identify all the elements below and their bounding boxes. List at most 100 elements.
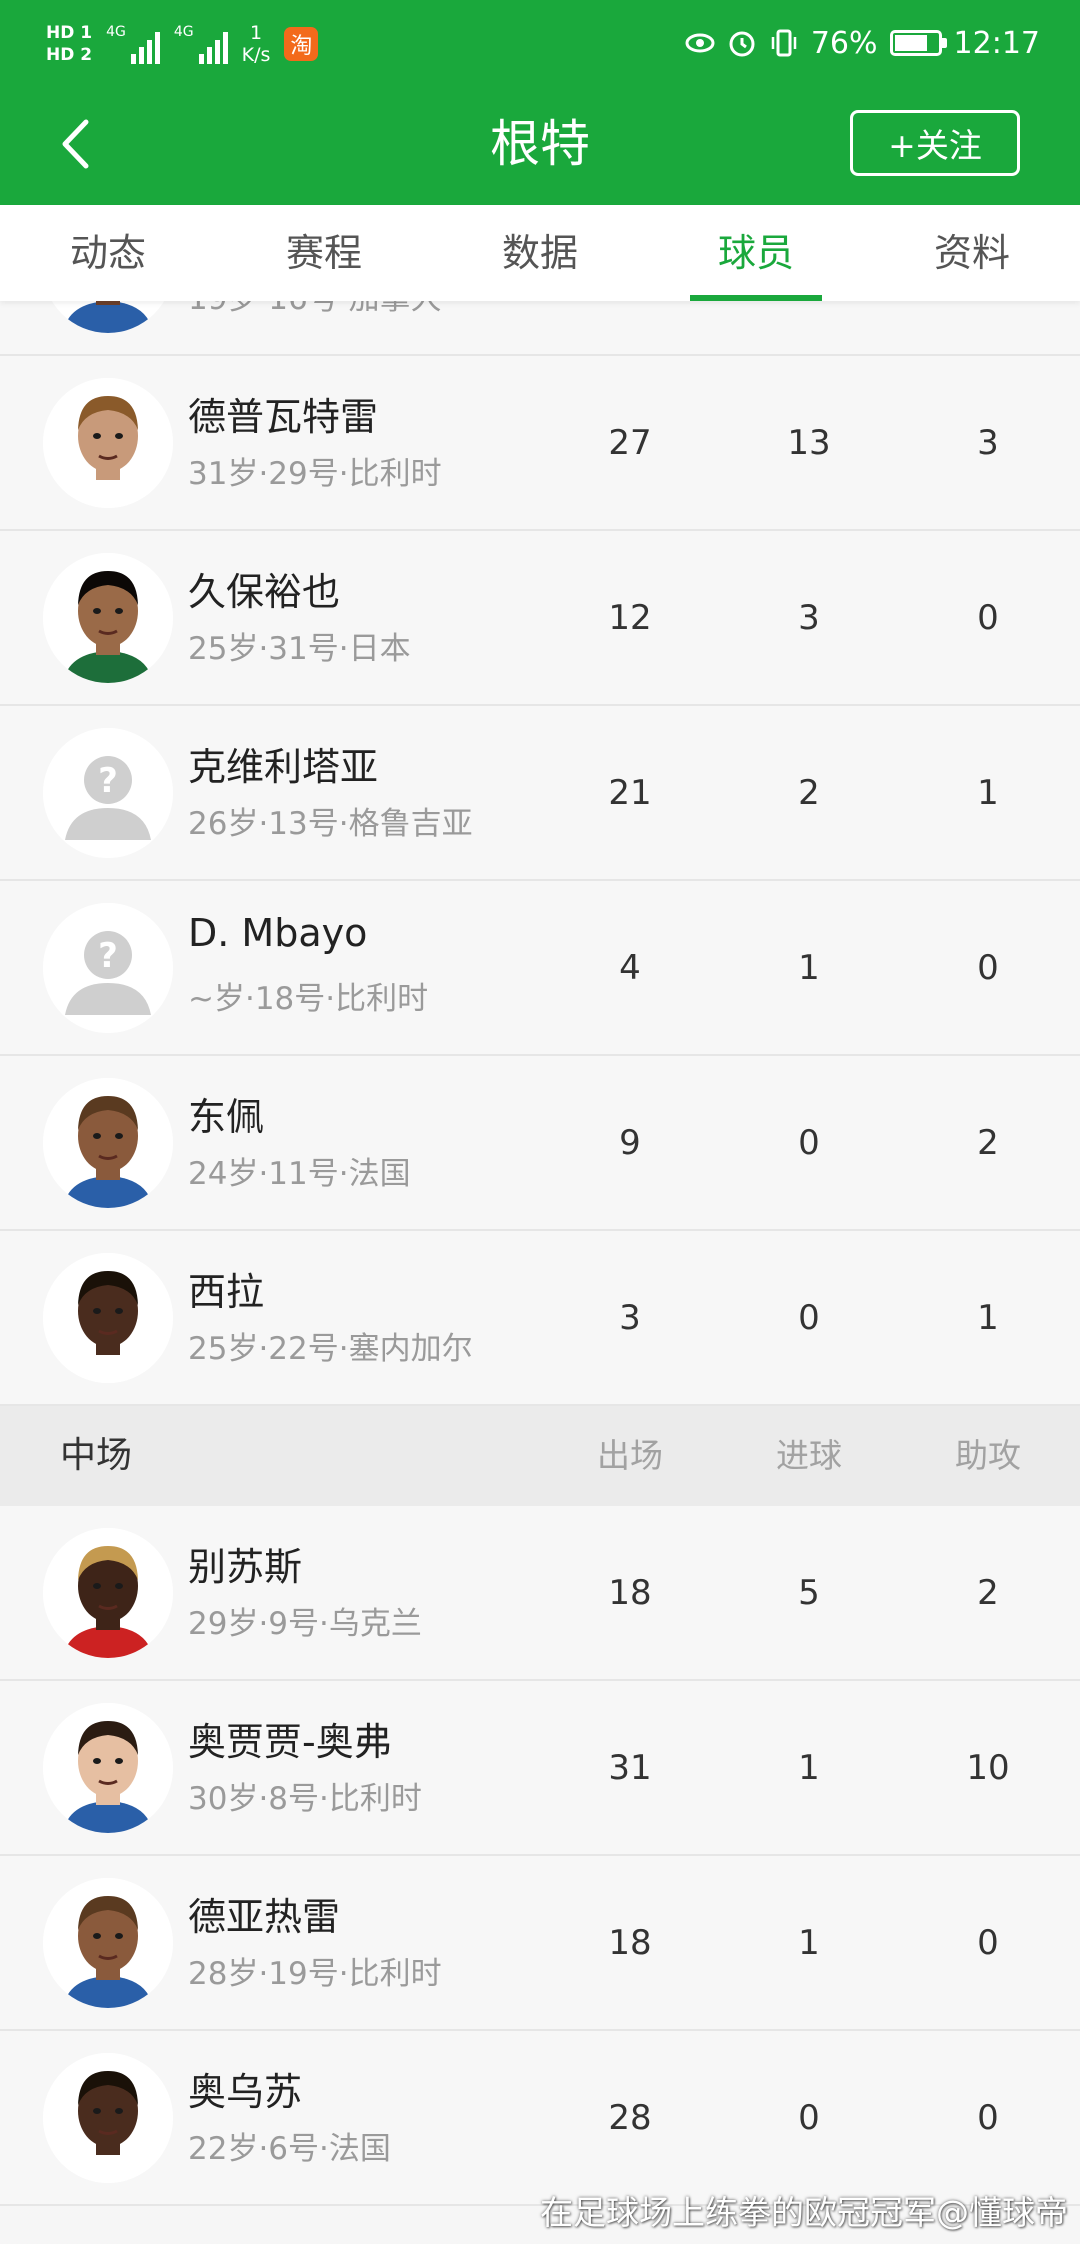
player-assists: 3 xyxy=(977,423,999,463)
player-goals: 2 xyxy=(798,773,820,813)
player-apps: 21 xyxy=(608,773,652,813)
player-goals: 5 xyxy=(798,1573,820,1613)
hd-1-label: HD 1 xyxy=(46,23,93,43)
player-name: 德普瓦特雷 xyxy=(188,395,379,439)
player-assists: 1 xyxy=(977,1298,999,1338)
player-list[interactable]: 乔纳森·戴维19岁·16号·加拿大28135德普瓦特雷31岁·29号·比利时27… xyxy=(0,301,1080,2244)
player-goals: 1 xyxy=(798,948,820,988)
player-name: 德亚热雷 xyxy=(188,1895,341,1939)
player-row[interactable]: ? 克维利塔亚 26岁·13号·格鲁吉亚 21 2 1 xyxy=(0,706,1080,881)
column-header-assists: 助攻 xyxy=(955,1436,1021,1475)
column-header-goals: 进球 xyxy=(776,1436,842,1475)
player-goals: 13 xyxy=(729,301,889,356)
tab-0[interactable]: 动态 xyxy=(0,205,216,301)
taobao-icon: 淘 xyxy=(284,27,319,61)
player-name: 东佩 xyxy=(188,1095,265,1139)
player-info: 22岁·6号·法国 xyxy=(188,2131,391,2167)
player-row[interactable]: 乔纳森·戴维19岁·16号·加拿大28135 xyxy=(0,301,1080,356)
player-assists: 0 xyxy=(977,598,999,638)
signal-2-icon: 4G xyxy=(174,24,228,64)
tab-3[interactable]: 球员 xyxy=(648,205,864,301)
player-name: 西拉 xyxy=(188,1270,265,1314)
player-name: 克维利塔亚 xyxy=(188,745,379,789)
network-2-label: 4G xyxy=(173,24,194,40)
back-button[interactable] xyxy=(50,114,100,174)
player-name: D. Mbayo xyxy=(188,911,368,955)
player-goals: 13 xyxy=(787,423,831,463)
player-name: 别苏斯 xyxy=(188,1545,303,1589)
avatar xyxy=(43,1703,173,1833)
avatar xyxy=(43,1878,173,2008)
player-row[interactable]: 德普瓦特雷 31岁·29号·比利时 27 13 3 xyxy=(0,356,1080,531)
hd-2-label: HD 2 xyxy=(46,45,93,65)
player-goals: 1 xyxy=(798,1748,820,1788)
avatar xyxy=(43,553,173,683)
avatar xyxy=(43,1528,173,1658)
column-header-apps: 出场 xyxy=(597,1436,663,1475)
tab-2[interactable]: 数据 xyxy=(432,205,648,301)
hd-indicator: HD 1 HD 2 xyxy=(46,22,92,66)
player-assists: 5 xyxy=(908,301,1068,356)
player-name: 奥乌苏 xyxy=(188,2070,303,2114)
player-info: 28岁·19号·比利时 xyxy=(188,1956,442,1992)
player-apps: 27 xyxy=(608,423,652,463)
player-assists: 2 xyxy=(977,1573,999,1613)
signal-1-icon: 4G xyxy=(106,24,160,64)
network-speed-value: 1 xyxy=(249,22,263,44)
player-assists: 10 xyxy=(966,1748,1010,1788)
player-row[interactable]: 久保裕也 25岁·31号·日本 12 3 0 xyxy=(0,531,1080,706)
player-info: 24岁·11号·法国 xyxy=(188,1156,411,1192)
player-apps: 18 xyxy=(608,1923,652,1963)
tab-1[interactable]: 赛程 xyxy=(216,205,432,301)
avatar: ? xyxy=(43,903,173,1033)
section-header-midfield: 中场 出场 进球 助攻 xyxy=(0,1406,1080,1506)
avatar xyxy=(43,301,173,333)
follow-button[interactable]: +关注 xyxy=(850,110,1020,176)
player-row[interactable]: 东佩 24岁·11号·法国 9 0 2 xyxy=(0,1056,1080,1231)
avatar xyxy=(43,1078,173,1208)
player-assists: 2 xyxy=(977,1123,999,1163)
avatar xyxy=(43,378,173,508)
player-row[interactable]: 别苏斯 29岁·9号·乌克兰 18 5 2 xyxy=(0,1506,1080,1681)
tab-4[interactable]: 资料 xyxy=(864,205,1080,301)
chevron-left-icon xyxy=(62,119,89,169)
player-apps: 4 xyxy=(619,948,641,988)
player-row[interactable]: 德亚热雷 28岁·19号·比利时 18 1 0 xyxy=(0,1856,1080,2031)
network-speed: 1 K/s xyxy=(242,22,271,66)
tab-bar: 动态 赛程 数据 球员 资料 xyxy=(0,205,1080,301)
player-row[interactable]: 西拉 25岁·22号·塞内加尔 3 0 1 xyxy=(0,1231,1080,1406)
battery-icon xyxy=(889,30,947,56)
player-row[interactable]: ? D. Mbayo ~岁·18号·比利时 4 1 0 xyxy=(0,881,1080,1056)
alarm-icon xyxy=(727,28,757,58)
nav-bar: 根特 +关注 xyxy=(0,84,1080,205)
avatar xyxy=(43,2053,173,2183)
player-apps: 28 xyxy=(550,301,710,356)
player-apps: 3 xyxy=(619,1298,641,1338)
clock: 12:17 xyxy=(953,25,1040,61)
player-goals: 0 xyxy=(798,1298,820,1338)
avatar: ? xyxy=(43,728,173,858)
player-row[interactable]: 奥乌苏 22岁·6号·法国 28 0 0 xyxy=(0,2031,1080,2206)
player-info: 29岁·9号·乌克兰 xyxy=(188,1606,422,1642)
player-info: 25岁·22号·塞内加尔 xyxy=(188,1331,473,1367)
player-apps: 9 xyxy=(619,1123,641,1163)
network-speed-unit: K/s xyxy=(241,44,271,66)
svg-text:?: ? xyxy=(98,761,118,801)
player-goals: 1 xyxy=(798,1923,820,1963)
taobao-icon-char: 淘 xyxy=(290,34,313,59)
player-info: 19岁·16号·加拿大 xyxy=(188,301,442,318)
player-apps: 12 xyxy=(608,598,652,638)
player-assists: 1 xyxy=(977,773,999,813)
player-goals: 0 xyxy=(798,1123,820,1163)
player-row[interactable]: 奥贾贾-奥弗 30岁·8号·比利时 31 1 10 xyxy=(0,1681,1080,1856)
player-goals: 3 xyxy=(798,598,820,638)
player-info: 31岁·29号·比利时 xyxy=(188,456,442,492)
battery-percent: 76% xyxy=(810,25,878,61)
section-name: 中场 xyxy=(60,1435,133,1476)
eye-icon xyxy=(685,28,715,58)
avatar xyxy=(43,1253,173,1383)
svg-text:?: ? xyxy=(98,936,118,976)
app-header: HD 1 HD 2 4G 4G 1 K/s 淘 76% 12:17 根特 +关注 xyxy=(0,0,1080,205)
player-info: ~岁·18号·比利时 xyxy=(188,981,429,1017)
player-name: 久保裕也 xyxy=(188,570,341,614)
